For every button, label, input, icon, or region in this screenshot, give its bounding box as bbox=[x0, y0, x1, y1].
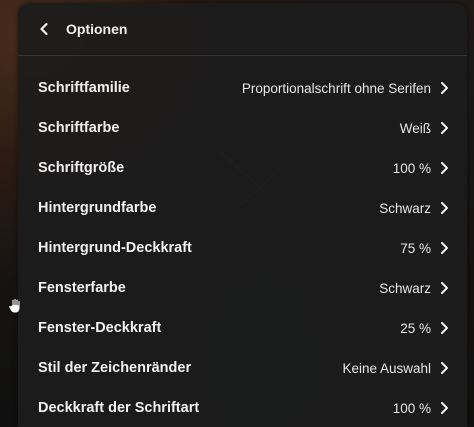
menu-item-value: Proportionalschrift ohne Serifen bbox=[241, 80, 431, 96]
chevron-right-icon bbox=[437, 361, 451, 375]
chevron-right-icon bbox=[437, 161, 451, 175]
menu-item-value: 25 % bbox=[400, 320, 431, 336]
chevron-right-icon bbox=[437, 201, 451, 215]
menu-item-character-edge-style[interactable]: Stil der Zeichenränder Keine Auswahl bbox=[18, 348, 467, 388]
menu-item-value: Schwarz bbox=[379, 200, 431, 216]
menu-item-background-opacity[interactable]: Hintergrund-Deckkraft 75 % bbox=[18, 228, 467, 268]
panel-header: Optionen bbox=[18, 3, 467, 56]
chevron-right-icon bbox=[437, 121, 451, 135]
menu-item-value: 100 % bbox=[392, 160, 431, 176]
menu-item-value: Keine Auswahl bbox=[342, 360, 431, 376]
hand-cursor-icon bbox=[7, 297, 25, 315]
chevron-right-icon bbox=[437, 81, 451, 95]
menu-item-font-size[interactable]: Schriftgröße 100 % bbox=[18, 148, 467, 188]
menu-item-value: Weiß bbox=[399, 120, 431, 136]
chevron-right-icon bbox=[437, 321, 451, 335]
menu-item-value: 100 % bbox=[392, 400, 431, 416]
menu-item-font-color[interactable]: Schriftfarbe Weiß bbox=[18, 108, 467, 148]
chevron-right-icon bbox=[437, 281, 451, 295]
menu-item-window-opacity[interactable]: Fenster-Deckkraft 25 % bbox=[18, 308, 467, 348]
menu-item-label: Fensterfarbe bbox=[38, 280, 126, 296]
chevron-left-icon bbox=[40, 22, 48, 36]
menu-item-label: Schriftfarbe bbox=[38, 120, 120, 136]
menu-item-label: Hintergrund-Deckkraft bbox=[38, 240, 192, 256]
menu-item-label: Stil der Zeichenränder bbox=[38, 360, 192, 376]
menu-item-background-color[interactable]: Hintergrundfarbe Schwarz bbox=[18, 188, 467, 228]
menu-item-font-opacity[interactable]: Deckkraft der Schriftart 100 % bbox=[18, 388, 467, 427]
menu-item-window-color[interactable]: Fensterfarbe Schwarz bbox=[18, 268, 467, 308]
options-menu: Schriftfamilie Proportionalschrift ohne … bbox=[18, 56, 467, 427]
chevron-right-icon bbox=[437, 241, 451, 255]
menu-item-label: Fenster-Deckkraft bbox=[38, 320, 162, 336]
chevron-right-icon bbox=[437, 401, 451, 415]
menu-item-value: 75 % bbox=[400, 240, 431, 256]
subtitle-options-panel: Optionen Schriftfamilie Proportionalschr… bbox=[18, 3, 467, 427]
back-button[interactable] bbox=[28, 13, 60, 45]
panel-title: Optionen bbox=[66, 21, 128, 37]
menu-item-label: Hintergrundfarbe bbox=[38, 200, 157, 216]
menu-item-font-family[interactable]: Schriftfamilie Proportionalschrift ohne … bbox=[18, 68, 467, 108]
menu-item-label: Deckkraft der Schriftart bbox=[38, 400, 200, 416]
menu-item-value: Schwarz bbox=[379, 280, 431, 296]
menu-item-label: Schriftgröße bbox=[38, 160, 125, 176]
menu-item-label: Schriftfamilie bbox=[38, 80, 130, 96]
